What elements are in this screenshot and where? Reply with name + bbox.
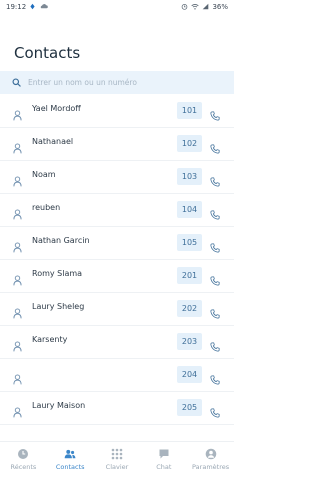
contact-row[interactable]: Nathanael 102 [0,128,234,161]
contact-row[interactable]: Nathan Garcin 105 [0,227,234,260]
extension-badge[interactable]: 204 [177,366,202,383]
contact-name: Noam [32,170,56,179]
phone-icon[interactable] [210,304,220,319]
contact-name: Yael Mordoff [32,104,81,113]
notification-icon [29,3,36,12]
extension-badge[interactable]: 103 [177,168,202,185]
contact-row[interactable]: Yael Mordoff 101 [0,95,234,128]
tab-label: Récents [10,463,37,471]
search-bar[interactable] [0,71,234,94]
person-icon [13,370,22,385]
person-icon [13,304,22,319]
extension-badge[interactable]: 201 [177,267,202,284]
extension-badge[interactable]: 105 [177,234,202,251]
contact-row[interactable]: Karsenty 203 [0,326,234,359]
phone-icon[interactable] [210,337,220,352]
tab-chat[interactable]: Chat [140,442,187,481]
chat-icon [158,448,170,460]
extension-badge[interactable]: 202 [177,300,202,317]
phone-icon[interactable] [210,403,220,418]
extension-badge[interactable]: 101 [177,102,202,119]
phone-icon[interactable] [210,139,220,154]
battery-level: 36% [212,3,228,11]
tab-keypad[interactable]: Clavier [94,442,141,481]
person-icon [13,403,22,418]
page-title: Contacts [14,44,81,62]
status-right: 36% [181,3,228,12]
tab-label: Clavier [105,463,129,471]
contact-name: Nathanael [32,137,74,146]
extension-badge[interactable]: 102 [177,135,202,152]
contact-row[interactable]: reuben 104 [0,194,234,227]
contact-name: Karsenty [32,335,68,344]
contact-name: Romy Slama [32,269,83,278]
contact-row[interactable]: Noam 103 [0,161,234,194]
contact-name: reuben [32,203,61,212]
clock-icon [17,448,29,460]
extension-badge[interactable]: 203 [177,333,202,350]
person-icon [13,139,22,154]
contact-row[interactable]: Laury Sheleg 202 [0,293,234,326]
phone-icon[interactable] [210,271,220,286]
status-bar: 19:12 36% [0,0,234,14]
cloud-icon [39,3,49,11]
contact-name: Nathan Garcin [32,236,90,245]
person-icon [13,172,22,187]
contact-name: Laury Sheleg [32,302,85,311]
extension-badge[interactable]: 205 [177,399,202,416]
contact-row[interactable]: 204 [0,359,234,392]
tab-label: Contacts [55,463,85,471]
contact-row[interactable]: Laury Maison 205 [0,392,234,425]
people-icon [64,448,76,460]
settings-icon [205,448,217,460]
wifi-icon [191,3,200,12]
contact-row[interactable]: Romy Slama 201 [0,260,234,293]
person-icon [13,337,22,352]
tab-clock[interactable]: Récents [0,442,47,481]
search-icon [12,78,21,87]
person-icon [13,238,22,253]
phone-icon[interactable] [210,370,220,385]
search-input[interactable] [28,78,208,87]
tab-label: Chat [156,463,172,471]
tab-label: Paramètres [192,463,230,471]
person-icon [13,271,22,286]
person-icon [13,205,22,220]
contact-list: Yael Mordoff 101 Nathanael 102 Noam 103 reuben… [0,95,234,435]
phone-icon[interactable] [210,205,220,220]
phone-icon[interactable] [210,106,220,121]
tab-settings[interactable]: Paramètres [187,442,234,481]
phone-icon[interactable] [210,238,220,253]
keypad-icon [111,448,123,460]
bottom-nav: Récents Contacts Clavier Chat Paramètres [0,441,234,481]
extension-badge[interactable]: 104 [177,201,202,218]
status-left: 19:12 [6,3,49,12]
contact-name: Laury Maison [32,401,86,410]
phone-icon[interactable] [210,172,220,187]
signal-icon [202,3,209,12]
tab-people[interactable]: Contacts [47,442,94,481]
status-time: 19:12 [6,3,27,11]
person-icon [13,106,22,121]
alarm-icon [181,3,188,12]
